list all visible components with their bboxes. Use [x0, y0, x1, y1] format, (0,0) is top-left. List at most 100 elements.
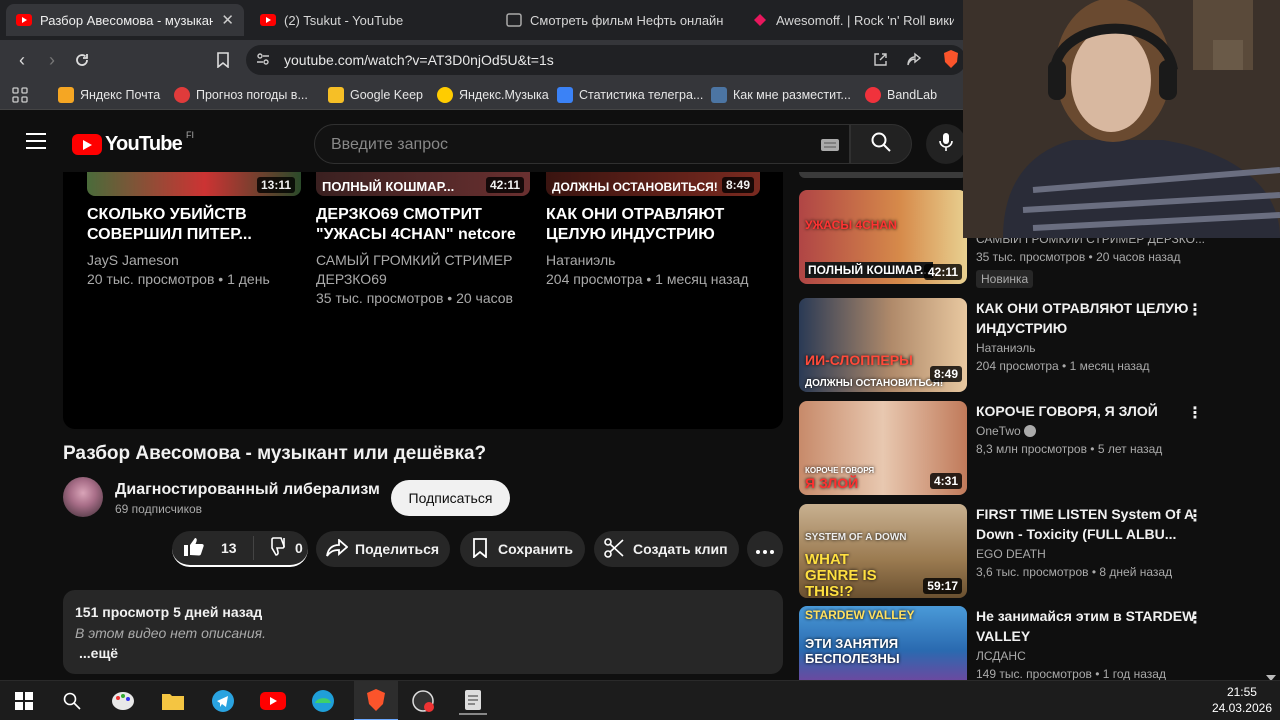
- share-page-icon[interactable]: [906, 52, 922, 72]
- tab-3[interactable]: Смотреть фильм Нефть онлайн бесплатно: [496, 4, 736, 36]
- file-explorer-icon[interactable]: [159, 687, 187, 715]
- more-horizontal-icon: [756, 541, 774, 557]
- video-player[interactable]: 13:11 СКОЛЬКО УБИЙСТВ СОВЕРШИЛ ПИТЕР... …: [63, 172, 783, 429]
- thumbnail-text: WHAT GENRE IS THIS!?: [805, 551, 877, 599]
- tab-close-icon[interactable]: ✕: [221, 11, 234, 29]
- brave-browser-icon[interactable]: [354, 681, 398, 720]
- apps-grid-icon[interactable]: [8, 83, 32, 107]
- video-title: Разбор Авесомова - музыкант или дешёвка?: [63, 443, 487, 464]
- menu-icon[interactable]: [26, 133, 46, 154]
- sidebar-video[interactable]: SYSTEM OF A DOWN WHAT GENRE IS THIS!? 59…: [799, 504, 1269, 600]
- tab-active[interactable]: Разбор Авесомова - музыкант и дешёвка? ✕: [6, 4, 244, 36]
- more-actions-button[interactable]: [747, 531, 783, 567]
- youtube-logo[interactable]: YouTube FI: [72, 130, 194, 156]
- like-dislike-group: 13 0: [172, 531, 308, 567]
- endcard-thumbnail: 13:11: [87, 172, 301, 196]
- search-icon: [871, 132, 891, 157]
- clip-button[interactable]: Создать клип: [594, 531, 739, 567]
- open-external-icon[interactable]: [873, 52, 888, 72]
- sidebar-video[interactable]: STARDEW VALLEY ЭТИ ЗАНЯТИЯ БЕСПОЛЕЗНЫ Не…: [799, 606, 1269, 680]
- sidebar-channel: Натаниэль: [976, 341, 1036, 355]
- telegram-icon[interactable]: [209, 687, 237, 715]
- clock-date: 24.03.2026: [1211, 701, 1272, 715]
- duration-badge: 13:11: [256, 177, 295, 193]
- bookmark-label: Как мне разместит...: [733, 88, 851, 102]
- dislike-button[interactable]: 0: [254, 536, 303, 560]
- search-input[interactable]: Введите запрос: [314, 124, 850, 164]
- sidebar-thumbnail: УЖАСЫ 4CHAN ПОЛНЫЙ КОШМАР... 42:11: [799, 190, 967, 284]
- tab-2[interactable]: (2) Tsukut - YouTube: [250, 4, 490, 36]
- endcard-video[interactable]: ДОЛЖНЫ ОСТАНОВИТЬСЯ! 8:49 КАК ОНИ ОТРАВЛ…: [546, 172, 760, 289]
- microphone-icon: [939, 132, 953, 157]
- sidebar-video-info: Не занимайся этим в STARDEW VALLEY ЛСДАН…: [976, 606, 1206, 680]
- bookmark-icon[interactable]: [211, 48, 235, 72]
- bookmark-telegram-stats[interactable]: Статистика телегра...: [557, 85, 703, 105]
- obs-recording-icon[interactable]: [409, 687, 437, 715]
- endcard-video[interactable]: ПОЛНЫЙ КОШМАР... 42:11 ДЕРЗКО69 СМОТРИТ …: [316, 172, 530, 308]
- windows-start-icon[interactable]: [10, 687, 38, 715]
- mail-icon: [58, 87, 74, 103]
- search-icon[interactable]: [58, 687, 86, 715]
- tab-4[interactable]: Awesomoff. | Rock 'n' Roll вики | Fa: [742, 4, 964, 36]
- youtube-play-icon: [72, 134, 102, 155]
- sidebar-title: Не занимайся этим в STARDEW VALLEY: [976, 608, 1196, 644]
- share-button[interactable]: Поделиться: [316, 531, 450, 567]
- view-stats: 151 просмотр 5 дней назад: [75, 604, 263, 620]
- site-settings-icon[interactable]: [256, 52, 270, 71]
- like-count: 13: [221, 540, 237, 556]
- keep-icon: [328, 87, 344, 103]
- description-box[interactable]: 151 просмотр 5 дней назад В этом видео н…: [63, 590, 783, 674]
- bookmark-vk[interactable]: Как мне разместит...: [711, 85, 851, 105]
- bookmark-yandex-music[interactable]: Яндекс.Музыка: [437, 85, 549, 105]
- youtube-app-icon[interactable]: [259, 687, 287, 715]
- paint-app-icon[interactable]: [109, 687, 137, 715]
- sidebar-video[interactable]: КОРОЧЕ ГОВОРЯ Я ЗЛОЙ 4:31 КОРОЧЕ ГОВОРЯ,…: [799, 401, 1269, 497]
- more-vertical-icon[interactable]: ⋮: [1187, 300, 1203, 320]
- bookmark-weather[interactable]: Прогноз погоды в...: [174, 85, 308, 105]
- channel-name[interactable]: Диагностированный либерализм: [115, 481, 380, 499]
- notepad-icon[interactable]: [459, 687, 487, 715]
- tab-title: (2) Tsukut - YouTube: [284, 12, 404, 28]
- edge-browser-icon[interactable]: [309, 687, 337, 715]
- endcard-video[interactable]: 13:11 СКОЛЬКО УБИЙСТВ СОВЕРШИЛ ПИТЕР... …: [87, 172, 301, 289]
- like-button[interactable]: 13: [172, 536, 254, 560]
- tab-title: Смотреть фильм Нефть онлайн бесплатно: [530, 12, 726, 28]
- address-bar[interactable]: youtube.com/watch?v=AT3D0njOd5U&t=1s: [246, 45, 966, 75]
- search-button[interactable]: [850, 124, 912, 164]
- more-vertical-icon[interactable]: ⋮: [1187, 608, 1203, 628]
- bookmark-yandex-mail[interactable]: Яндекс Почта: [58, 85, 160, 105]
- save-button[interactable]: Сохранить: [460, 531, 585, 567]
- thumbnail-text: КОРОЧЕ ГОВОРЯ: [805, 466, 875, 475]
- bookmark-google-keep[interactable]: Google Keep: [328, 85, 423, 105]
- bandlab-icon: [865, 87, 881, 103]
- endcard-meta: 20 тыс. просмотров • 1 день: [87, 271, 270, 287]
- more-vertical-icon[interactable]: ⋮: [1187, 506, 1203, 526]
- reload-icon[interactable]: [70, 48, 94, 72]
- share-label: Поделиться: [355, 541, 440, 557]
- description-text: В этом видео нет описания.: [75, 625, 266, 641]
- dislike-count: 0: [295, 540, 303, 556]
- voice-search-button[interactable]: [926, 124, 966, 164]
- weather-icon: [174, 87, 190, 103]
- thumbnail-text: ДОЛЖНЫ ОСТАНОВИТЬСЯ!: [552, 180, 718, 194]
- thumbnail-text: ПОЛНЫЙ КОШМАР...: [322, 179, 455, 194]
- channel-avatar[interactable]: [63, 477, 103, 517]
- more-vertical-icon[interactable]: ⋮: [1187, 403, 1203, 423]
- duration-badge: 8:49: [721, 177, 754, 193]
- endcard-channel: САМЫЙ ГРОМКИЙ СТРИМЕР ДЕРЗКО69: [316, 252, 513, 287]
- back-icon[interactable]: ‹: [10, 48, 34, 72]
- system-clock[interactable]: 21:55 24.03.2026: [1212, 684, 1272, 716]
- sidebar-views: 204 просмотра • 1 месяц назад: [976, 359, 1150, 373]
- bookmark-label: Прогноз погоды в...: [196, 88, 308, 102]
- show-more-link[interactable]: ...ещё: [79, 645, 118, 661]
- music-icon: [437, 87, 453, 103]
- subscribe-button[interactable]: Подписаться: [391, 480, 510, 516]
- brave-shields-icon[interactable]: [942, 49, 960, 74]
- bookmark-bandlab[interactable]: BandLab: [865, 85, 937, 105]
- sidebar-title: КАК ОНИ ОТРАВЛЯЮТ ЦЕЛУЮ ИНДУСТРИЮ: [976, 300, 1189, 336]
- youtube-favicon-icon: [260, 12, 276, 28]
- keyboard-icon[interactable]: [821, 138, 839, 156]
- forward-icon[interactable]: ›: [40, 48, 64, 72]
- sidebar-video[interactable]: ИИ-СЛОППЕРЫ ДОЛЖНЫ ОСТАНОВИТЬСЯ! 8:49 КА…: [799, 298, 1269, 394]
- endcard-meta: 204 просмотра • 1 месяц назад: [546, 271, 749, 287]
